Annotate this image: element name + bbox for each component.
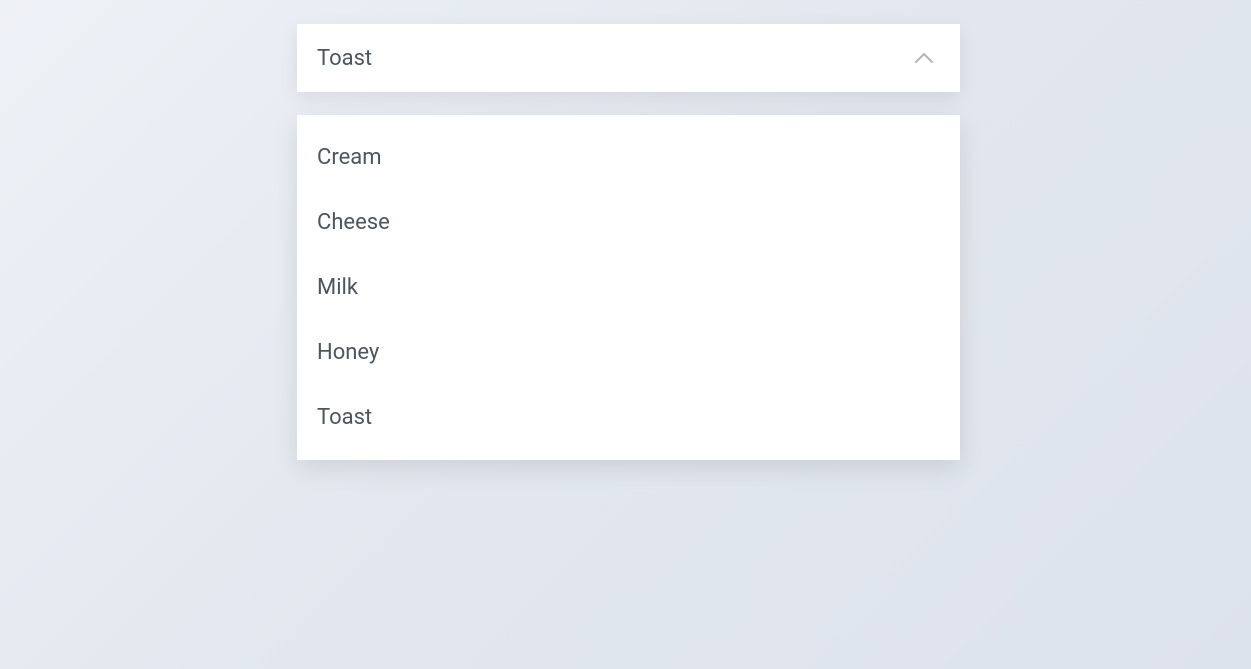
dropdown-option[interactable]: Honey <box>297 320 960 385</box>
dropdown-option[interactable]: Toast <box>297 385 960 450</box>
dropdown-selected[interactable]: Toast <box>297 24 960 92</box>
dropdown: Toast Cream Cheese Milk Honey Toast <box>297 24 960 460</box>
dropdown-options: Cream Cheese Milk Honey Toast <box>297 115 960 460</box>
dropdown-option[interactable]: Milk <box>297 255 960 320</box>
dropdown-selected-label: Toast <box>317 46 372 71</box>
dropdown-option[interactable]: Cheese <box>297 190 960 255</box>
chevron-up-icon <box>914 49 940 68</box>
dropdown-option[interactable]: Cream <box>297 125 960 190</box>
